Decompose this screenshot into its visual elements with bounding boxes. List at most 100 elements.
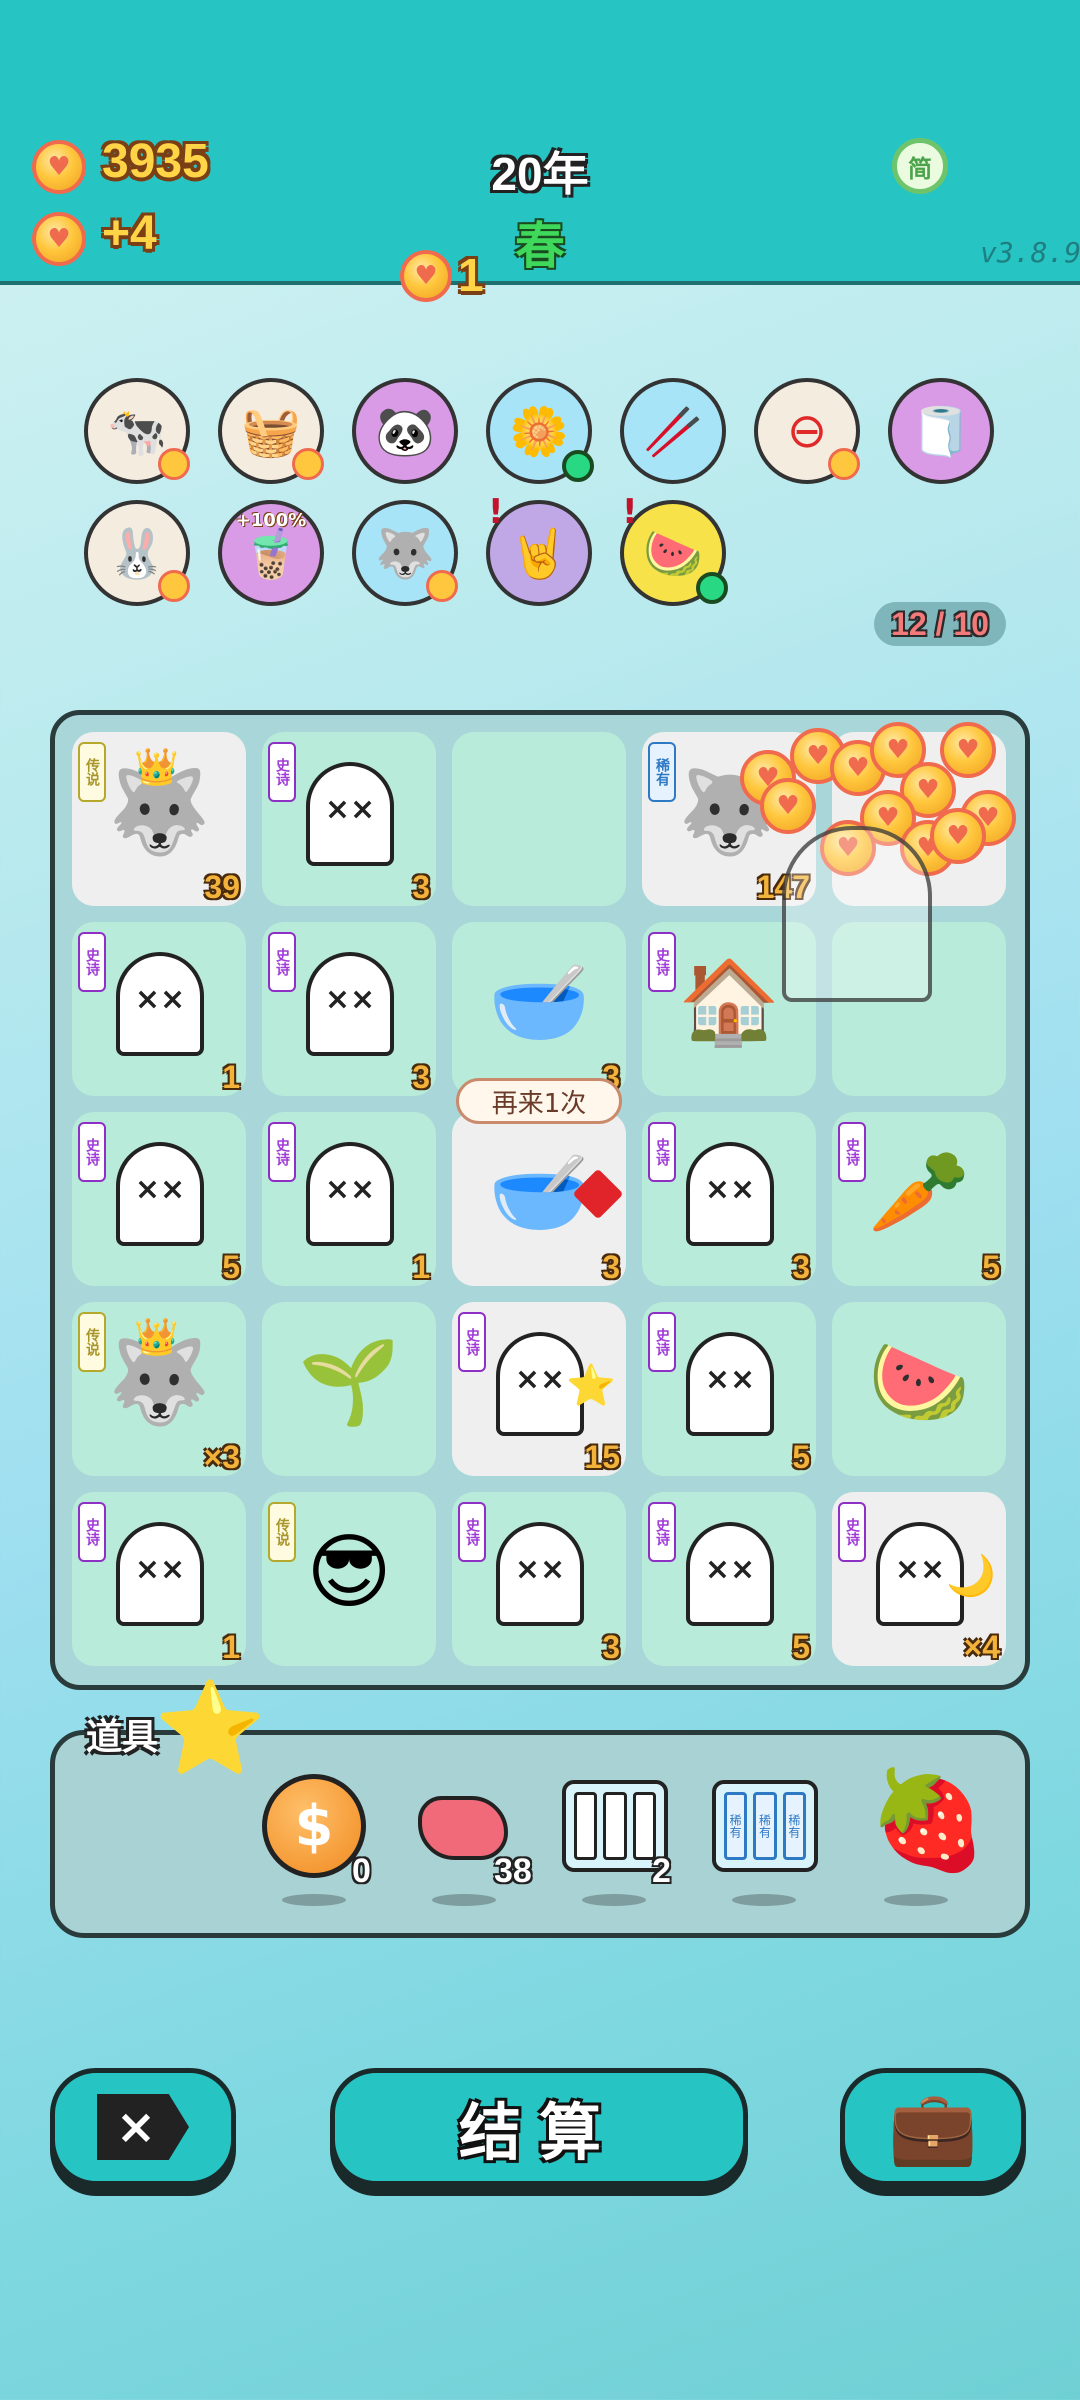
slot-cell[interactable]: 史诗 3 — [262, 732, 436, 906]
rarity-tag: 史诗 — [838, 1502, 866, 1562]
rarity-tag: 史诗 — [78, 1502, 106, 1562]
slot-cell[interactable]: 史诗 5 — [72, 1112, 246, 1286]
cell-value: 3 — [602, 1249, 620, 1285]
buff-fruit-basket[interactable]: 🧺 — [218, 378, 324, 484]
cell-value: 3 — [602, 1629, 620, 1665]
settle-label: 结算 — [458, 2099, 619, 2168]
items-title: 道具 — [86, 1716, 159, 1757]
buff-rabbit[interactable]: 🐰 — [84, 500, 190, 606]
rabbit-icon: 🐰 — [107, 525, 167, 582]
buff-minus[interactable]: ⊖ — [754, 378, 860, 484]
slot-cell[interactable]: 🥣 3 — [452, 922, 626, 1096]
dollar-coin-item[interactable]: $ — [262, 1774, 366, 1878]
cell-value: 15 — [584, 1439, 620, 1475]
slot-cell[interactable]: 🥣 3 — [452, 1112, 626, 1286]
slot-cell[interactable]: 史诗 5 — [642, 1492, 816, 1666]
ghost-icon — [686, 1142, 774, 1246]
panda-icon: 🐼 — [375, 403, 435, 460]
crown-icon: 👑 — [134, 747, 179, 788]
buff-tissue-box[interactable]: 🧻 — [888, 378, 994, 484]
coin-icon — [32, 212, 86, 266]
buff-bubble-tea[interactable]: 🧋 +100% — [218, 500, 324, 606]
slot-cell[interactable]: 史诗 1 — [72, 922, 246, 1096]
ghost-icon — [306, 952, 394, 1056]
slot-cell[interactable]: 史诗 5 — [642, 1302, 816, 1476]
coin-icon — [930, 808, 986, 864]
cell-value: 1 — [222, 1629, 240, 1665]
buff-chopsticks[interactable]: 🥢 — [620, 378, 726, 484]
buff-panda[interactable]: 🐼 — [352, 378, 458, 484]
cancel-button[interactable]: × — [50, 2068, 236, 2186]
coin-icon — [760, 778, 816, 834]
carrot-icon: 🥕 — [867, 1145, 971, 1240]
cow-icon: 🐄 — [107, 403, 167, 460]
coin-icon — [940, 722, 996, 778]
buff-count-badge: 12 / 10 — [874, 602, 1006, 646]
settle-button[interactable]: 结算 — [330, 2068, 748, 2186]
inventory-button[interactable]: 💼 — [840, 2068, 1026, 2186]
sprout-icon: 🌱 — [297, 1335, 401, 1430]
cell-value: ×3 — [203, 1439, 240, 1475]
ghost-icon — [306, 762, 394, 866]
ghost-icon — [496, 1522, 584, 1626]
slot-cell[interactable]: 史诗 1 — [262, 1112, 436, 1286]
slot-cell[interactable]: 史诗 3 — [642, 1112, 816, 1286]
rarity-tag: 史诗 — [268, 742, 296, 802]
moon-icon: 🌙 — [946, 1553, 996, 1599]
briefcase-icon: 💼 — [888, 2085, 978, 2169]
liver-count: 38 — [494, 1852, 532, 1890]
rarity-tag: 史诗 — [268, 932, 296, 992]
version-label: v3.8.9 — [980, 236, 1080, 269]
flower-icon: 🌼 — [509, 403, 569, 460]
slot-cell[interactable]: 传说 🐺 👑 ×3 — [72, 1302, 246, 1476]
slot-cell[interactable]: 传说 😎 — [262, 1492, 436, 1666]
crown-icon: 👑 — [134, 1317, 179, 1358]
cell-value: 1 — [222, 1059, 240, 1095]
coin-total: 3935 — [102, 135, 209, 188]
alert-icon: ! — [622, 492, 638, 532]
minus-icon: ⊖ — [786, 403, 828, 459]
buff-count: 12 / 10 — [891, 605, 989, 642]
slot-cell[interactable]: 史诗 3 — [452, 1492, 626, 1666]
coin-icon — [400, 250, 452, 302]
chopsticks-icon: 🥢 — [643, 403, 703, 460]
slot-cell[interactable]: 史诗 3 — [262, 922, 436, 1096]
rarity-tag: 史诗 — [78, 932, 106, 992]
slot-cell[interactable]: 🌱 — [262, 1302, 436, 1476]
ghost-overlay — [782, 826, 932, 1002]
buff-cow-pair[interactable]: 🐄 — [84, 378, 190, 484]
strawberry-item[interactable]: 🍓 — [868, 1772, 988, 1868]
slot-cell[interactable]: 传说 🐺 👑 39 — [72, 732, 246, 906]
coin-counter: 1 — [458, 249, 484, 301]
slot-cell[interactable]: 史诗 1 — [72, 1492, 246, 1666]
close-icon: × — [97, 2094, 189, 2160]
slot-cell[interactable]: 史诗 🥕 5 — [832, 1112, 1006, 1286]
season-label: 春 — [515, 217, 565, 275]
cell-value: 3 — [412, 869, 430, 905]
rarity-tag: 史诗 — [268, 1122, 296, 1182]
year-label: 20年 — [491, 148, 589, 200]
liver-item[interactable] — [418, 1796, 508, 1860]
tissue-icon: 🧻 — [911, 403, 971, 460]
ghost-icon — [116, 952, 204, 1056]
ghost-icon — [686, 1522, 774, 1626]
language-button[interactable]: 简 — [892, 138, 948, 194]
watermelon-icon: 🍉 — [867, 1335, 971, 1430]
buff-fruit-plate[interactable]: 🍉! — [620, 492, 728, 606]
slot-cell[interactable]: 史诗 🌙 ×4 — [832, 1492, 1006, 1666]
soup-bowl-icon: 🥣 — [487, 955, 591, 1050]
slot-cell[interactable]: 史诗 ⭐ 15 — [452, 1302, 626, 1476]
slot-cell[interactable]: 🍉 — [832, 1302, 1006, 1476]
rare-slots-item[interactable]: 稀有 稀有 稀有 — [712, 1780, 818, 1872]
rarity-tag: 史诗 — [78, 1122, 106, 1182]
buff-flower-pot[interactable]: 🌼 — [486, 378, 594, 484]
cell-value: ×4 — [963, 1629, 1000, 1665]
slot-cell[interactable] — [452, 732, 626, 906]
fruit-plate-icon: 🍉 — [643, 525, 703, 582]
buff-rock-hand[interactable]: 🤘! — [486, 492, 592, 606]
buff-husky[interactable]: 🐺 — [352, 500, 458, 606]
rarity-tag: 史诗 — [648, 1122, 676, 1182]
star-icon: ⭐ — [154, 1676, 267, 1781]
cell-value: 5 — [982, 1249, 1000, 1285]
rarity-tag: 史诗 — [458, 1502, 486, 1562]
